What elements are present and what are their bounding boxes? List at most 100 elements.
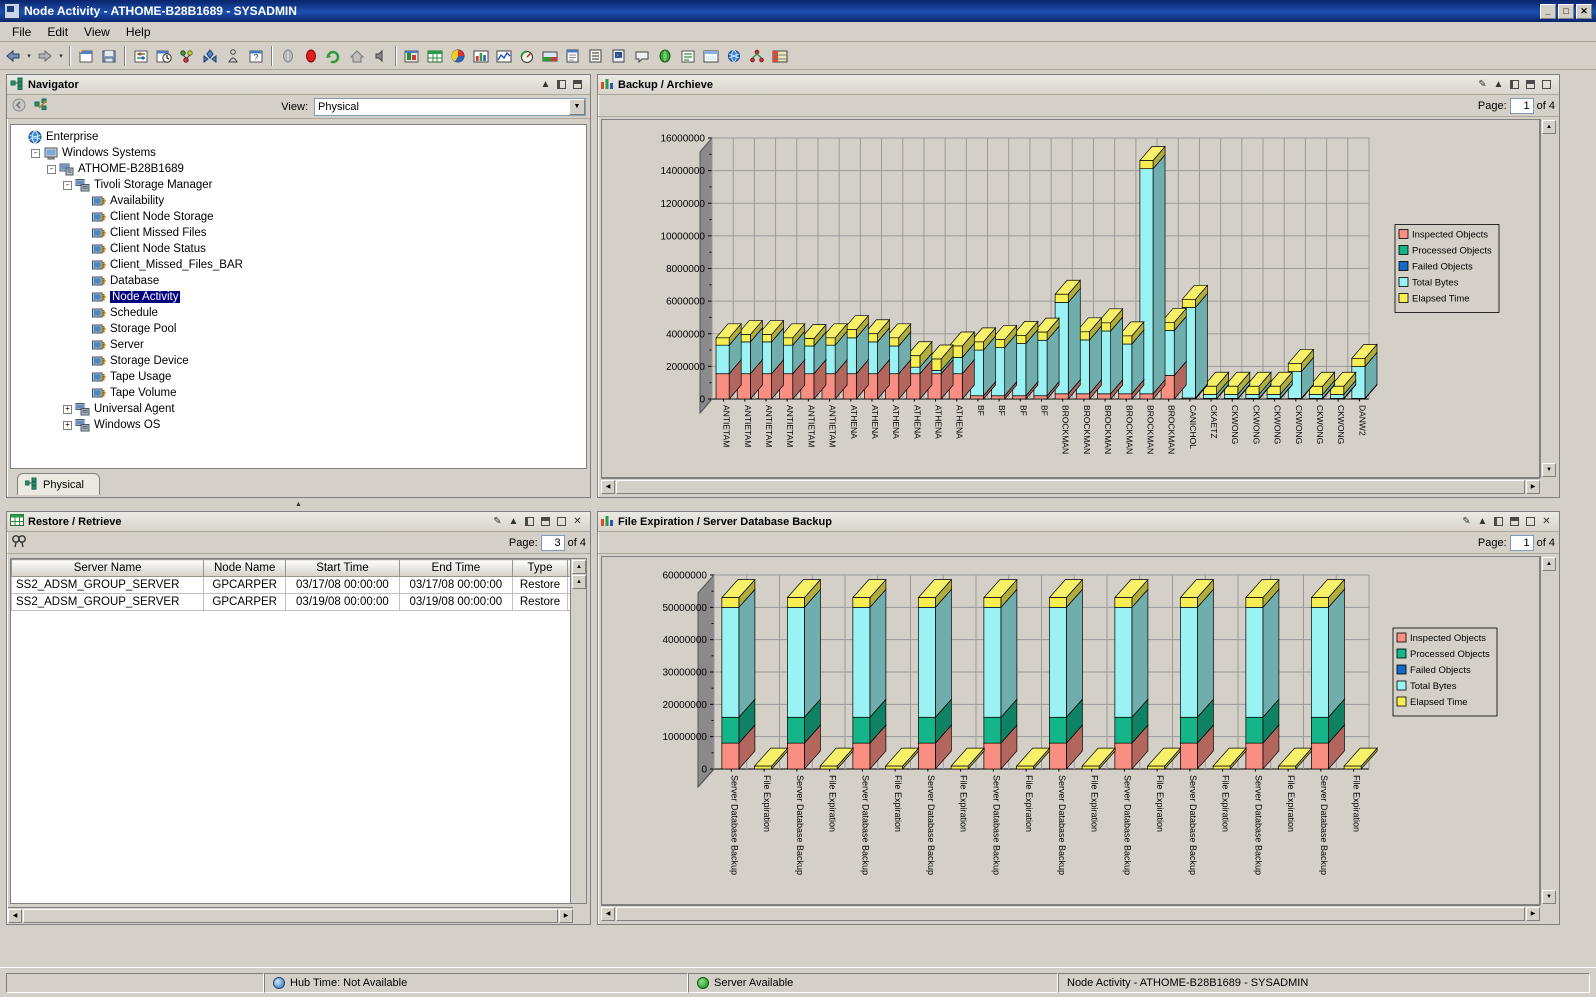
scroll-left-button[interactable]: ◀ (601, 479, 615, 494)
menu-edit[interactable]: Edit (39, 23, 76, 41)
navigator-update-icon[interactable] (199, 45, 221, 67)
back-icon[interactable] (2, 45, 24, 67)
tree-node-tape-volume[interactable]: Tape Volume (15, 385, 586, 401)
linear-gauge-icon[interactable] (539, 45, 561, 67)
notepad-icon[interactable] (562, 45, 584, 67)
edit-properties-icon[interactable]: ✎ (1477, 79, 1488, 90)
new-workspace-icon[interactable] (75, 45, 97, 67)
file-expiration-plot[interactable]: 0 10000000 20000000 30000000 40000000 5000000… (601, 556, 1540, 905)
tree-node-athome-b28b1689[interactable]: - ATHOME-B28B1689 (15, 161, 586, 177)
tree-node-availability[interactable]: Availability (15, 193, 586, 209)
chart-top-page-input[interactable]: 1 (1509, 97, 1534, 114)
tree-node-windows-systems[interactable]: - Windows Systems (15, 145, 586, 161)
world-icon[interactable] (723, 45, 745, 67)
split-vertical-icon[interactable] (556, 79, 567, 90)
menu-file[interactable]: File (4, 23, 39, 41)
maximize-panel-icon[interactable] (1541, 79, 1552, 90)
chart-top-hscrollbar[interactable]: ◀ ▶ (601, 478, 1540, 494)
split-vertical-icon[interactable] (524, 516, 535, 527)
pause-icon[interactable] (277, 45, 299, 67)
tree-node-universal-agent[interactable]: + Universal Agent (15, 401, 586, 417)
restore-table-container[interactable]: Server Name Node Name Start Time End Time Ty… (10, 558, 587, 904)
event-console-icon[interactable] (401, 45, 423, 67)
scroll-down-button[interactable]: ▼ (1542, 463, 1556, 477)
bar-group[interactable] (917, 578, 953, 770)
bar-group[interactable] (1310, 578, 1346, 770)
stop-icon[interactable] (300, 45, 322, 67)
maximize-button[interactable]: □ (1558, 3, 1574, 19)
scroll-up-button-2[interactable]: ▲ (572, 575, 586, 589)
tree-node-tape-usage[interactable]: Tape Usage (15, 369, 586, 385)
forward-dropdown-icon[interactable]: ▾ (57, 52, 65, 60)
tree-expander-icon[interactable]: + (63, 404, 72, 414)
split-horizontal-icon[interactable] (1525, 79, 1536, 90)
column-header-type[interactable]: Type (512, 559, 568, 577)
maximize-panel-icon[interactable] (1525, 516, 1536, 527)
bar-chart-icon[interactable] (470, 45, 492, 67)
column-header-node-name[interactable]: Node Name (203, 559, 287, 577)
column-header-server-name[interactable]: Server Name (11, 559, 205, 577)
bar-group[interactable] (1245, 578, 1280, 770)
forward-icon[interactable] (34, 45, 56, 67)
navigator-restore-splitter[interactable]: ▲ (6, 500, 591, 509)
menu-view[interactable]: View (76, 23, 118, 41)
chevron-down-icon[interactable]: ▼ (569, 98, 585, 115)
tree-expander-icon[interactable]: + (63, 420, 72, 430)
bar-group[interactable] (1114, 578, 1149, 770)
table-row[interactable]: SS2_ADSM_GROUP_SERVER GPCARPER 03/17/08 00… (11, 576, 586, 594)
tree-node-client-missed-files-bar[interactable]: Client_Missed_Files_BAR (15, 257, 586, 273)
graphic-view-icon[interactable] (677, 45, 699, 67)
navigator-back-icon[interactable] (11, 97, 27, 116)
tree-expander-icon[interactable]: - (63, 180, 72, 190)
message-log-icon[interactable] (585, 45, 607, 67)
refresh-icon[interactable] (323, 45, 345, 67)
tree-node-server[interactable]: Server (15, 337, 586, 353)
tree-node-windows-os[interactable]: + Windows OS (15, 417, 586, 433)
bar-group[interactable] (1048, 578, 1084, 770)
tree-node-node-activity[interactable]: Node Activity (15, 289, 586, 305)
view-select[interactable]: Physical ▼ (314, 97, 586, 116)
navigator-edit-icon[interactable] (33, 97, 49, 116)
bar-group[interactable] (715, 322, 742, 400)
bar-group[interactable] (786, 578, 822, 770)
scroll-right-button[interactable]: ▶ (1526, 479, 1540, 494)
tree-node-storage-pool[interactable]: Storage Pool (15, 321, 586, 337)
terminal-icon[interactable]: >_ (608, 45, 630, 67)
home-icon[interactable] (346, 45, 368, 67)
edit-properties-icon[interactable]: ✎ (492, 516, 503, 527)
maximize-panel-icon[interactable] (556, 516, 567, 527)
minimize-button[interactable]: _ (1540, 3, 1556, 19)
hscroll-thumb[interactable] (23, 908, 558, 923)
chart-bottom-page-input[interactable]: 1 (1509, 534, 1534, 551)
restore-up-icon[interactable]: ▲ (508, 516, 519, 527)
split-horizontal-icon[interactable] (540, 516, 551, 527)
topology-icon[interactable] (654, 45, 676, 67)
split-vertical-icon[interactable] (1509, 79, 1520, 90)
chart-bottom-hscrollbar[interactable]: ◀ ▶ (601, 905, 1540, 921)
close-button[interactable]: ✕ (1576, 3, 1592, 19)
history-icon[interactable] (153, 45, 175, 67)
close-panel-icon[interactable]: ✕ (1541, 516, 1552, 527)
bar-group[interactable] (1179, 578, 1215, 770)
restore-up-icon[interactable]: ▲ (540, 79, 551, 90)
tree-node-database[interactable]: Database (15, 273, 586, 289)
navigator-tree[interactable]: Enterprise - Windows Systems - ATHOME-B28B16… (10, 124, 587, 469)
tree-expander-icon[interactable]: - (31, 148, 40, 158)
plot-chart-icon[interactable] (493, 45, 515, 67)
relational-icon[interactable] (746, 45, 768, 67)
hscroll-thumb[interactable] (616, 479, 1525, 494)
tree-node-tivoli-storage-manager[interactable]: - Tivoli Storage Manager (15, 177, 586, 193)
help-icon[interactable]: ? (245, 45, 267, 67)
hscroll-thumb[interactable] (616, 906, 1525, 921)
tree-node-client-node-status[interactable]: Client Node Status (15, 241, 586, 257)
bar-group[interactable] (983, 578, 1018, 770)
circular-gauge-icon[interactable] (516, 45, 538, 67)
menu-help[interactable]: Help (118, 23, 159, 41)
split-horizontal-icon[interactable] (1509, 516, 1520, 527)
spreadsheet-icon[interactable] (769, 45, 791, 67)
scroll-up-button[interactable]: ▲ (1542, 120, 1556, 134)
edit-properties-icon[interactable]: ✎ (1461, 516, 1472, 527)
scroll-up-button[interactable]: ▲ (1542, 557, 1556, 571)
tree-node-client-missed-files[interactable]: Client Missed Files (15, 225, 586, 241)
scroll-right-button[interactable]: ▶ (1526, 906, 1540, 921)
